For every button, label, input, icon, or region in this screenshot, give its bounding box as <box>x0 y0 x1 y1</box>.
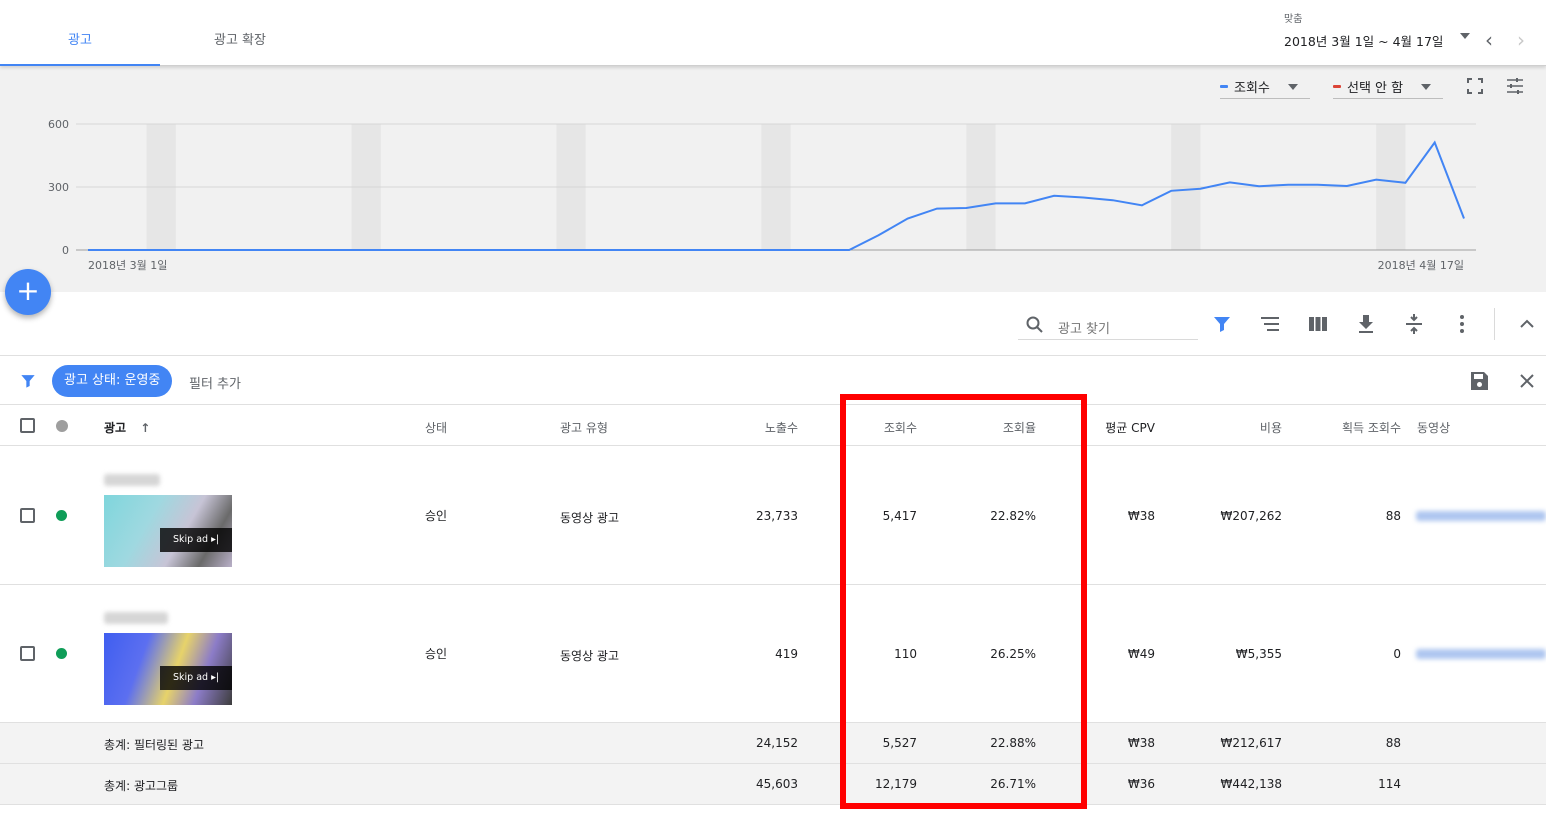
column-header-cost[interactable]: 비용 <box>1180 419 1282 436</box>
status-column-dot <box>56 420 68 432</box>
row-checkbox[interactable] <box>20 646 35 661</box>
skip-ad-label: Skip ad <box>173 672 209 683</box>
table-toolbar: 광고 찾기 <box>0 292 1546 356</box>
total-label: 총계: 광고그룹 <box>104 779 179 793</box>
add-filter-button[interactable]: 필터 추가 <box>189 373 241 392</box>
column-header-views[interactable]: 조회수 <box>820 419 917 436</box>
cell-avg-cpv: ₩38 <box>1127 509 1155 523</box>
status-enabled-dot <box>56 648 67 659</box>
cell-impressions: 419 <box>775 647 798 661</box>
cell-view-rate: 26.71% <box>990 777 1036 791</box>
total-label: 총계: 필터링된 광고 <box>104 738 204 752</box>
status-enabled-dot <box>56 510 67 521</box>
cell-status: 승인 <box>425 509 448 523</box>
cell-impressions: 45,603 <box>756 777 798 791</box>
performance-chart-panel: 조회수 선택 안 함 0 300 600 2018년 3월 1일 2018년 4월 1… <box>0 66 1546 292</box>
column-header-status[interactable]: 상태 <box>425 419 447 436</box>
column-header-ad-type[interactable]: 광고 유형 <box>560 419 608 436</box>
row-checkbox[interactable] <box>20 508 35 523</box>
arrow-up-sort-icon: ↑ <box>140 421 151 435</box>
table-header: 광고 ↑ 상태 광고 유형 노출수 조회수 조회율 평균 CPV 비용 획득 조… <box>0 406 1546 446</box>
skip-ad-overlay: Skip ad ▸| <box>160 528 232 552</box>
y-tick-label: 300 <box>48 181 69 194</box>
search-input[interactable]: 광고 찾기 <box>1018 312 1198 340</box>
cell-ad-type: 동영상 광고 <box>560 511 620 525</box>
toolbar-divider <box>1494 308 1495 340</box>
download-icon[interactable] <box>1354 312 1378 336</box>
columns-icon[interactable] <box>1306 312 1330 336</box>
ad-thumbnail[interactable]: Skip ad ▸| <box>104 633 232 705</box>
y-tick-label: 600 <box>48 118 69 131</box>
table-row: Skip ad ▸| 승인 동영상 광고 23,733 5,417 22.82%… <box>0 447 1546 585</box>
views-line-chart: 0 300 600 2018년 3월 1일 2018년 4월 17일 <box>48 118 1476 272</box>
search-icon <box>1026 316 1043 333</box>
cell-view-rate: 22.82% <box>990 509 1036 523</box>
x-axis-label: 2018년 3월 1일 <box>88 258 167 272</box>
video-link-blurred[interactable] <box>1416 649 1546 659</box>
cell-impressions: 24,152 <box>756 736 798 750</box>
chevron-left-icon[interactable]: ‹ <box>1485 28 1493 52</box>
close-icon[interactable] <box>1516 370 1538 392</box>
column-header-video[interactable]: 동영상 <box>1417 419 1450 436</box>
column-header-avg-cpv[interactable]: 평균 CPV <box>1056 419 1155 436</box>
video-link-blurred[interactable] <box>1416 511 1546 521</box>
cell-cost: ₩212,617 <box>1220 736 1283 750</box>
cell-ad-type: 동영상 광고 <box>560 649 620 663</box>
total-row-adgroup: 총계: 광고그룹 45,603 12,179 26.71% ₩36 ₩442,1… <box>0 764 1546 805</box>
cell-earned-views: 88 <box>1385 509 1401 523</box>
filter-bar: 광고 상태: 운영중 필터 추가 <box>0 357 1546 405</box>
column-header-ad-label: 광고 <box>104 421 127 435</box>
cell-avg-cpv: ₩38 <box>1127 736 1155 750</box>
chevron-right-icon[interactable]: › <box>1517 28 1525 52</box>
filter-chip-ad-status[interactable]: 광고 상태: 운영중 <box>52 365 173 397</box>
tab-ad-extensions[interactable]: 광고 확장 <box>160 0 320 66</box>
search-placeholder: 광고 찾기 <box>1058 322 1110 337</box>
cell-views: 110 <box>894 647 917 661</box>
chevron-up-icon[interactable] <box>1515 312 1539 336</box>
chevron-down-icon[interactable] <box>1460 33 1470 39</box>
skip-ad-overlay: Skip ad ▸| <box>160 666 232 690</box>
column-header-impressions[interactable]: 노출수 <box>700 419 798 436</box>
segment-icon[interactable] <box>1258 312 1282 336</box>
cell-earned-views: 114 <box>1378 777 1401 791</box>
column-header-view-rate[interactable]: 조회율 <box>937 419 1036 436</box>
column-header-ad[interactable]: 광고 ↑ <box>104 419 150 436</box>
cell-view-rate: 26.25% <box>990 647 1036 661</box>
save-icon[interactable] <box>1467 369 1491 393</box>
filter-icon[interactable] <box>18 371 38 391</box>
ad-thumbnail[interactable]: Skip ad ▸| <box>104 495 232 567</box>
ad-name-blurred[interactable] <box>104 612 168 624</box>
cell-cost: ₩5,355 <box>1235 647 1282 661</box>
table-row: Skip ad ▸| 승인 동영상 광고 419 110 26.25% ₩49 … <box>0 585 1546 723</box>
date-range-value: 2018년 3월 1일 ~ 4월 17일 <box>1284 34 1444 49</box>
date-range-picker[interactable]: 맞춤 2018년 3월 1일 ~ 4월 17일 <box>1284 10 1443 50</box>
skip-ad-label: Skip ad <box>173 534 209 545</box>
top-bar: 광고 광고 확장 맞춤 2018년 3월 1일 ~ 4월 17일 ‹ › <box>0 0 1546 66</box>
add-ad-button[interactable]: + <box>5 269 51 315</box>
cell-views: 5,527 <box>882 736 917 750</box>
total-row-filtered: 총계: 필터링된 광고 24,152 5,527 22.88% ₩38 ₩212… <box>0 723 1546 764</box>
tab-ads[interactable]: 광고 <box>0 0 160 66</box>
cell-view-rate: 22.88% <box>990 736 1036 750</box>
cell-earned-views: 88 <box>1385 736 1401 750</box>
filter-icon[interactable] <box>1210 312 1234 336</box>
cell-impressions: 23,733 <box>756 509 798 523</box>
date-range-label: 맞춤 <box>1284 14 1303 25</box>
cell-status: 승인 <box>425 647 448 661</box>
cell-avg-cpv: ₩36 <box>1127 777 1155 791</box>
cell-earned-views: 0 <box>1393 647 1401 661</box>
cell-cost: ₩207,262 <box>1220 509 1283 523</box>
cell-views: 12,179 <box>875 777 917 791</box>
cell-avg-cpv: ₩49 <box>1127 647 1155 661</box>
ad-name-blurred[interactable] <box>104 474 160 486</box>
more-options-icon[interactable] <box>1450 312 1474 336</box>
cell-views: 5,417 <box>882 509 917 523</box>
column-header-earned-views[interactable]: 획득 조회수 <box>1300 419 1401 436</box>
cell-cost: ₩442,138 <box>1220 777 1283 791</box>
select-all-checkbox[interactable] <box>20 418 35 433</box>
x-axis-label: 2018년 4월 17일 <box>1378 258 1464 272</box>
y-tick-label: 0 <box>62 244 69 257</box>
expand-collapse-icon[interactable] <box>1402 312 1426 336</box>
